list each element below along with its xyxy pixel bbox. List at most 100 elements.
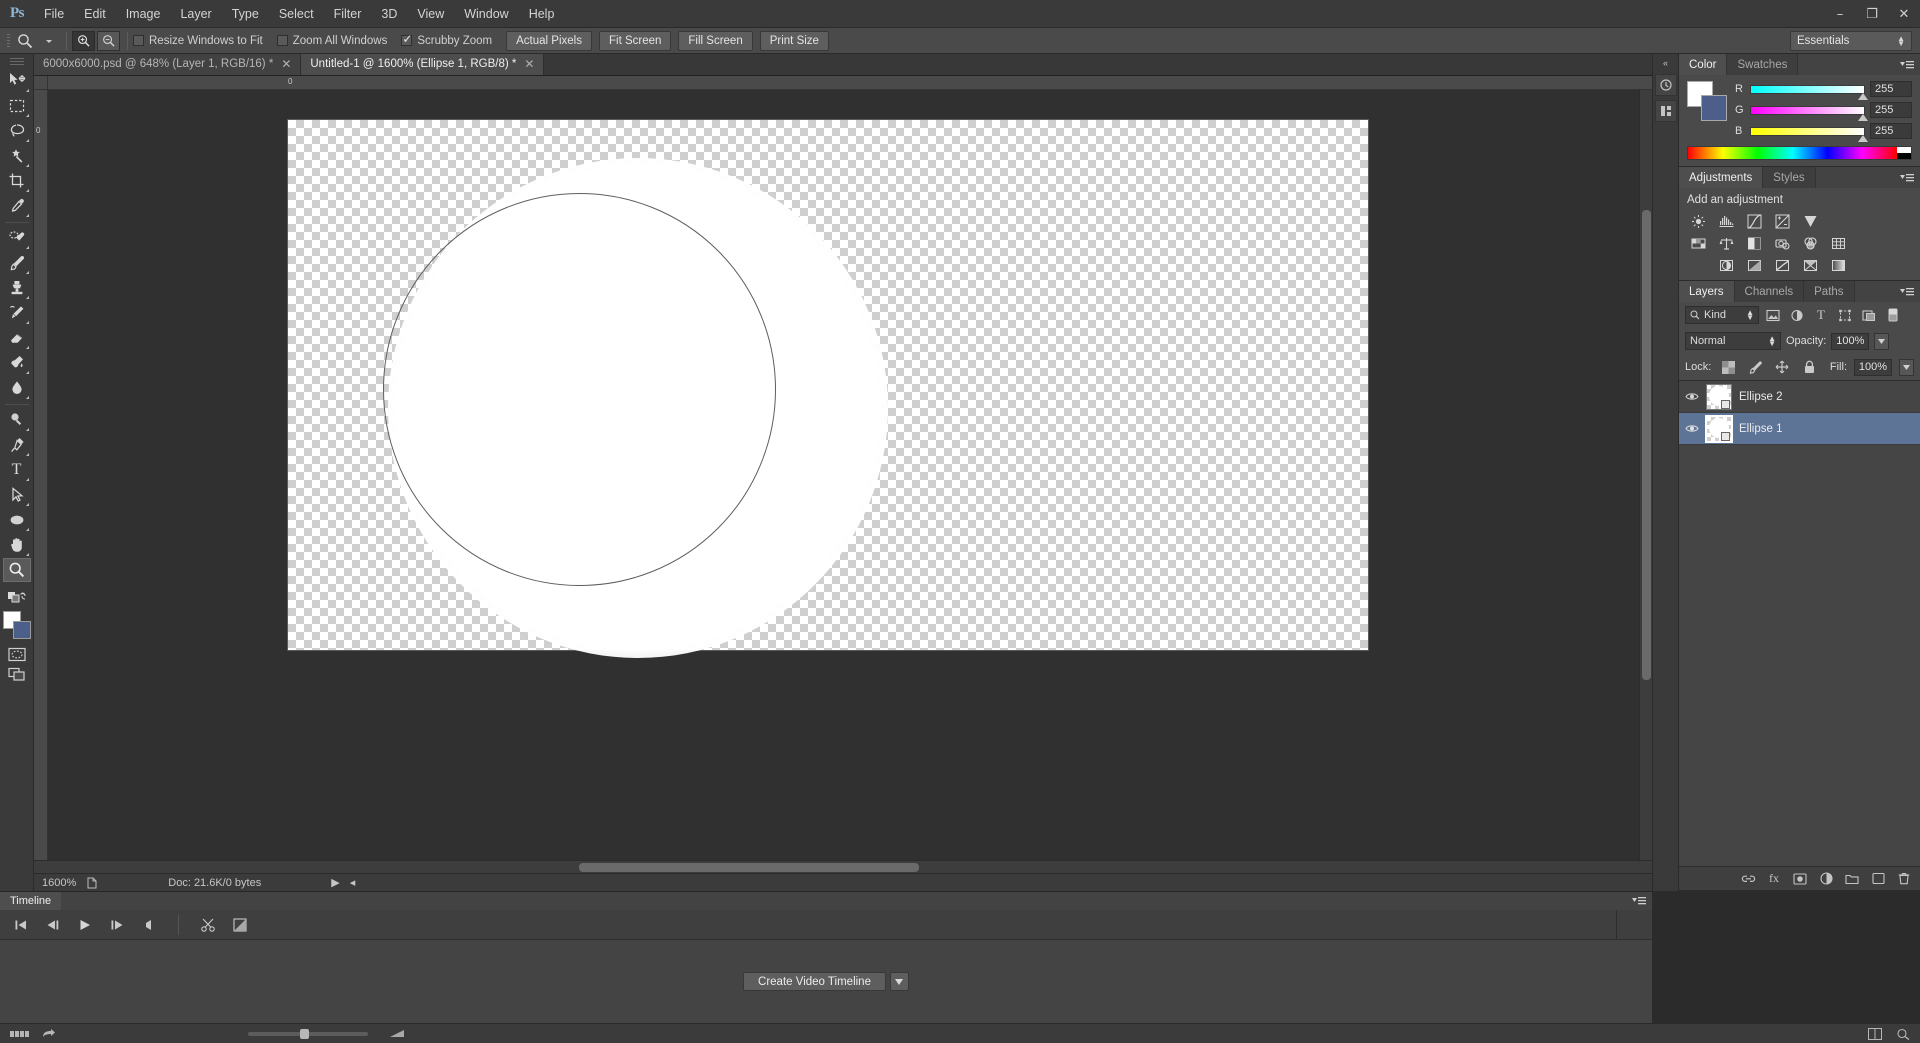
share-icon[interactable]: [42, 1028, 56, 1040]
color-balance-icon[interactable]: [1715, 234, 1737, 252]
tools-panel-grip[interactable]: [9, 56, 24, 66]
opacity-dropdown-icon[interactable]: [1874, 332, 1890, 350]
status-zoom-level[interactable]: 1600%: [42, 877, 76, 889]
actual-pixels-button[interactable]: Actual Pixels: [506, 30, 592, 51]
go-to-first-frame-icon[interactable]: [12, 916, 30, 934]
levels-icon[interactable]: [1715, 212, 1737, 230]
color-panel-background-swatch[interactable]: [1701, 95, 1727, 121]
tab-layers[interactable]: Layers: [1679, 281, 1735, 302]
next-frame-icon[interactable]: [108, 916, 126, 934]
green-channel-value[interactable]: 255: [1870, 102, 1912, 118]
link-layers-icon[interactable]: [1740, 871, 1756, 887]
photo-filter-icon[interactable]: [1771, 234, 1793, 252]
fill-dropdown-icon[interactable]: [1899, 358, 1914, 376]
hue-saturation-icon[interactable]: [1687, 234, 1709, 252]
document-tab-1[interactable]: Untitled-1 @ 1600% (Ellipse 1, RGB/8) * …: [301, 53, 545, 75]
menu-item-filter[interactable]: Filter: [324, 0, 372, 28]
tab-swatches[interactable]: Swatches: [1727, 54, 1799, 75]
status-document-icon[interactable]: [86, 877, 98, 889]
zoom-all-windows-checkbox-box[interactable]: [276, 35, 288, 46]
scrubby-zoom-checkbox-box[interactable]: [401, 32, 412, 46]
options-bar-grip[interactable]: [4, 31, 13, 51]
color-spectrum-white-black[interactable]: [1897, 147, 1911, 159]
screen-mode-icon[interactable]: [4, 664, 30, 684]
tile-icon[interactable]: [1868, 1027, 1882, 1040]
tab-timeline[interactable]: Timeline: [0, 892, 62, 910]
canvas-viewport[interactable]: [48, 90, 1639, 860]
layer-style-icon[interactable]: fx: [1766, 871, 1782, 887]
blend-mode-select[interactable]: Normal ▲ ▼: [1685, 332, 1781, 350]
gradient-map-icon[interactable]: [1827, 256, 1849, 274]
tab-channels[interactable]: Channels: [1734, 281, 1805, 302]
status-play-icon[interactable]: ▶: [331, 876, 339, 889]
previous-frame-icon[interactable]: [44, 916, 62, 934]
tab-color[interactable]: Color: [1679, 54, 1728, 75]
lock-all-icon[interactable]: [1799, 358, 1819, 376]
rectangular-marquee-tool[interactable]: [3, 94, 31, 118]
layer-row-ellipse-1[interactable]: Ellipse 1: [1679, 413, 1920, 445]
menu-item-select[interactable]: Select: [269, 0, 324, 28]
resize-windows-checkbox-box[interactable]: [133, 35, 144, 46]
layer-visibility-icon-ellipse-1[interactable]: [1685, 423, 1699, 434]
document-tab-0[interactable]: 6000x6000.psd @ 648% (Layer 1, RGB/16) *…: [34, 53, 302, 75]
lock-transparent-pixels-icon[interactable]: [1718, 358, 1738, 376]
layer-filter-kind-select[interactable]: Kind ▲ ▼: [1685, 306, 1759, 324]
add-layer-mask-icon[interactable]: [1792, 871, 1808, 887]
canvas-vertical-scrollbar[interactable]: [1639, 90, 1652, 860]
create-video-timeline-button[interactable]: Create Video Timeline: [743, 972, 886, 991]
magic-wand-tool[interactable]: [3, 144, 31, 168]
canvas-horizontal-scrollbar[interactable]: [34, 861, 1639, 873]
blur-tool[interactable]: [3, 376, 31, 400]
canvas-horizontal-scrollbar-thumb[interactable]: [579, 863, 919, 872]
default-colors-icon[interactable]: [4, 587, 30, 607]
menu-item-image[interactable]: Image: [116, 0, 171, 28]
fill-screen-button[interactable]: Fill Screen: [678, 30, 753, 51]
scrubby-zoom-checkbox[interactable]: Scrubby Zoom: [401, 32, 492, 47]
filter-smart-object-icon[interactable]: [1859, 306, 1879, 324]
bottom-slider-end-icon[interactable]: [390, 1029, 406, 1039]
menu-item-edit[interactable]: Edit: [74, 0, 116, 28]
lock-position-icon[interactable]: [1772, 358, 1792, 376]
menu-item-3d[interactable]: 3D: [371, 0, 407, 28]
menu-item-help[interactable]: Help: [519, 0, 565, 28]
color-spectrum-ramp[interactable]: [1687, 146, 1912, 160]
lock-image-pixels-icon[interactable]: [1745, 358, 1765, 376]
layer-thumbnail-ellipse-1[interactable]: [1705, 414, 1733, 443]
adjustments-panel-menu-icon[interactable]: [1894, 167, 1920, 188]
zoom-tool[interactable]: [2, 558, 31, 582]
bottom-slider[interactable]: [248, 1028, 368, 1039]
fill-value[interactable]: 100%: [1854, 358, 1892, 376]
exposure-icon[interactable]: [1771, 212, 1793, 230]
document-tab-1-close-icon[interactable]: ✕: [524, 57, 534, 71]
resize-windows-to-fit-checkbox[interactable]: Resize Windows to Fit: [133, 35, 263, 47]
new-layer-icon[interactable]: [1870, 871, 1886, 887]
artboard[interactable]: [288, 120, 1368, 658]
color-lookup-icon[interactable]: [1827, 234, 1849, 252]
clone-stamp-tool[interactable]: [3, 276, 31, 300]
zoom-tool-icon[interactable]: [13, 30, 37, 52]
vertical-ruler[interactable]: 0: [34, 90, 48, 860]
tab-styles[interactable]: Styles: [1763, 167, 1816, 188]
history-brush-tool[interactable]: [3, 301, 31, 325]
menu-item-type[interactable]: Type: [222, 0, 269, 28]
filter-type-icon[interactable]: T: [1811, 306, 1831, 324]
channel-mixer-icon[interactable]: [1799, 234, 1821, 252]
blue-channel-value[interactable]: 255: [1870, 123, 1912, 139]
black-white-icon[interactable]: [1743, 234, 1765, 252]
transition-icon[interactable]: [231, 916, 249, 934]
menu-item-view[interactable]: View: [407, 0, 454, 28]
red-channel-value[interactable]: 255: [1870, 81, 1912, 97]
selective-color-icon[interactable]: [1799, 256, 1821, 274]
background-color-swatch[interactable]: [12, 621, 31, 639]
layer-name-ellipse-1[interactable]: Ellipse 1: [1739, 423, 1782, 435]
filter-pixel-icon[interactable]: [1763, 306, 1783, 324]
grid-view-icon[interactable]: [10, 1029, 30, 1039]
red-channel-slider[interactable]: [1750, 84, 1868, 100]
layer-name-ellipse-2[interactable]: Ellipse 2: [1739, 391, 1782, 403]
quick-mask-mode-icon[interactable]: [4, 644, 30, 664]
close-button[interactable]: ✕: [1888, 0, 1920, 28]
pen-tool[interactable]: [3, 433, 31, 457]
green-channel-slider[interactable]: [1750, 105, 1868, 121]
layer-visibility-icon-ellipse-2[interactable]: [1685, 391, 1699, 402]
create-video-timeline-dropdown-icon[interactable]: [889, 972, 909, 991]
